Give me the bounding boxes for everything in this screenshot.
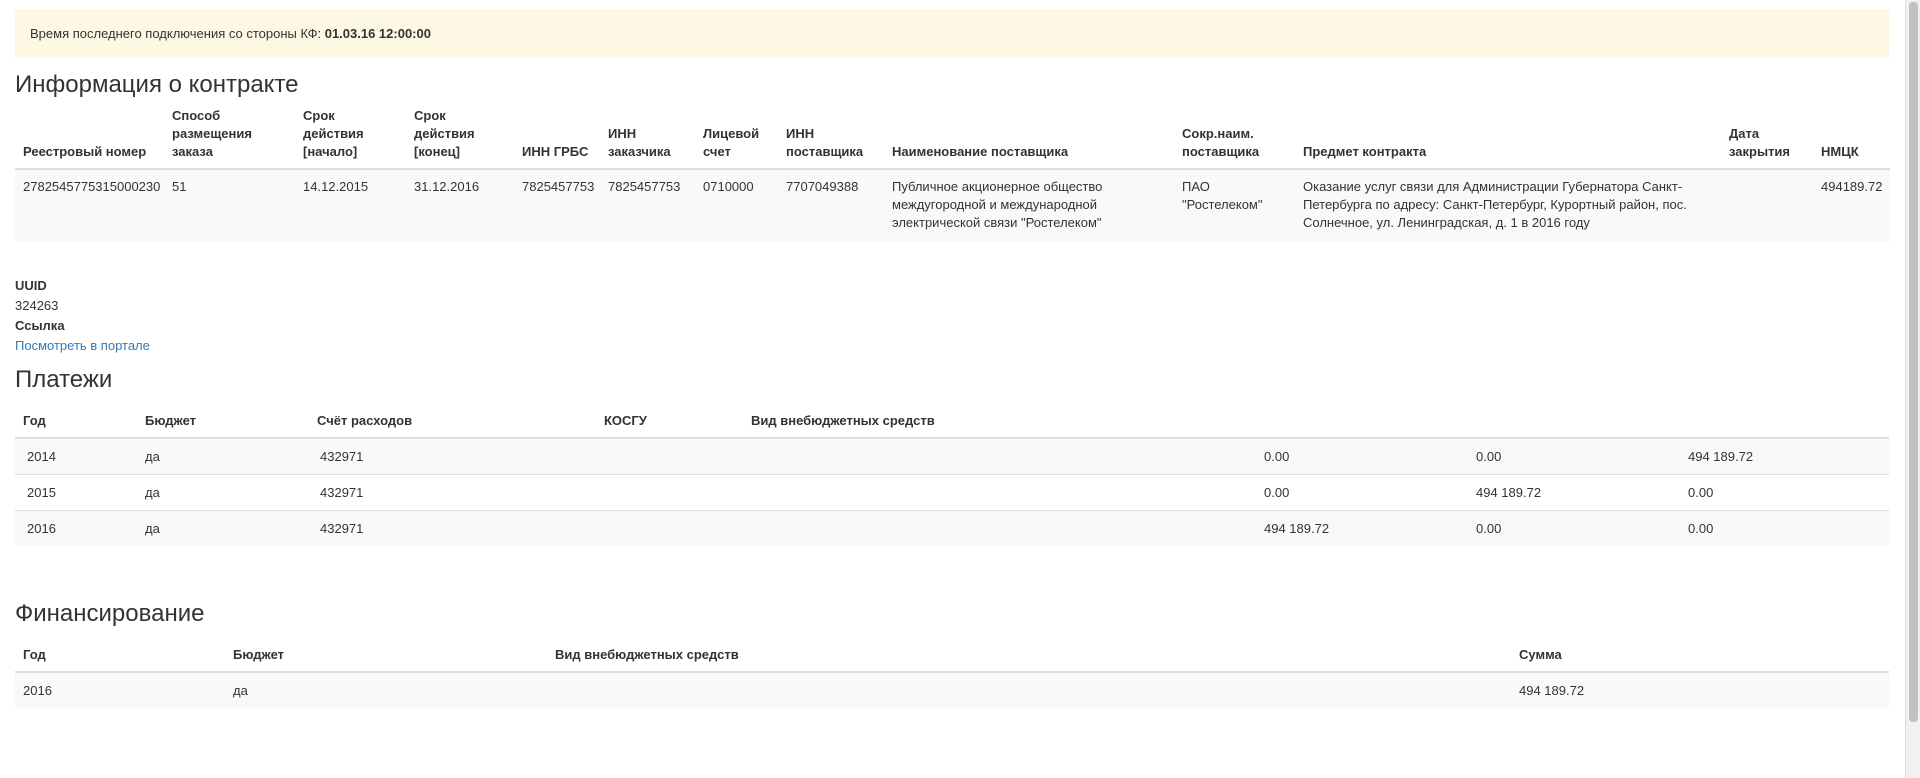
portal-link[interactable]: Посмотреть в портале (15, 338, 150, 353)
cell-budget: да (137, 438, 309, 475)
cell-inn-grbs: 7825457753 (514, 169, 600, 242)
alert-text: Время последнего подключения со стороны … (30, 26, 325, 41)
cell-budget: да (137, 474, 309, 511)
col-reg-number: Реестровый номер (15, 107, 164, 170)
cell-close-date (1721, 169, 1813, 242)
cell-amount-1: 494 189.72 (1256, 510, 1468, 546)
uuid-label: UUID (15, 278, 47, 293)
cell-year: 2016 (15, 672, 225, 708)
col-inn-grbs: ИНН ГРБС (514, 107, 600, 170)
cell-extrabudget-kind (743, 510, 1256, 546)
col-account: Лицевой счет (695, 107, 778, 170)
cell-nmck: 494189.72 (1813, 169, 1890, 242)
col-budget: Бюджет (137, 410, 309, 439)
contract-meta: UUID 324263 Ссылка Посмотреть в портале (15, 276, 1889, 356)
cell-kosgu (596, 510, 743, 546)
last-connection-alert: Время последнего подключения со стороны … (15, 9, 1889, 58)
cell-amount-2: 0.00 (1468, 438, 1680, 475)
link-value: Посмотреть в портале (15, 336, 1889, 356)
cell-budget: да (137, 510, 309, 546)
cell-inn-supplier: 7707049388 (778, 169, 884, 242)
col-amount-1 (1256, 410, 1468, 439)
col-end: Срок действия [конец] (406, 107, 514, 170)
col-nmck: НМЦК (1813, 107, 1890, 170)
cell-supplier-short: ПАО "Ростелеком" (1174, 169, 1295, 242)
cell-expense-account: 432971 (309, 474, 596, 511)
contract-header-row: Реестровый номер Способ размещения заказ… (15, 107, 1890, 170)
cell-amount-3: 494 189.72 (1680, 438, 1889, 475)
cell-inn-customer: 7825457753 (600, 169, 695, 242)
col-expense-account: Счёт расходов (309, 410, 596, 439)
vertical-scrollbar[interactable] (1905, 0, 1920, 778)
cell-year: 2015 (15, 474, 137, 511)
payments-header-row: Год Бюджет Счёт расходов КОСГУ Вид внебю… (15, 410, 1889, 439)
col-start: Срок действия [начало] (295, 107, 406, 170)
col-extrabudget-kind: Вид внебюджетных средств (743, 410, 1256, 439)
col-supplier-name: Наименование поставщика (884, 107, 1174, 170)
cell-account: 0710000 (695, 169, 778, 242)
table-row: 2015 да 432971 0.00 494 189.72 0.00 (15, 474, 1889, 511)
cell-sum: 494 189.72 (1511, 672, 1889, 708)
page-content: Время последнего подключения со стороны … (15, 9, 1890, 708)
col-kosgu: КОСГУ (596, 410, 743, 439)
table-row: 2016 да 432971 494 189.72 0.00 0.00 (15, 510, 1889, 546)
financing-heading: Финансирование (15, 600, 205, 627)
cell-expense-account: 432971 (309, 438, 596, 475)
cell-amount-1: 0.00 (1256, 438, 1468, 475)
uuid-value: 324263 (15, 298, 59, 313)
col-sum: Сумма (1511, 644, 1889, 673)
contract-row: 2782545775315000230 51 14.12.2015 31.12.… (15, 169, 1890, 242)
cell-extrabudget-kind (547, 672, 1511, 708)
cell-reg-number: 2782545775315000230 (15, 169, 164, 242)
contract-heading: Информация о контракте (15, 71, 299, 98)
cell-amount-3: 0.00 (1680, 474, 1889, 511)
financing-header-row: Год Бюджет Вид внебюджетных средств Сумм… (15, 644, 1889, 673)
alert-time: 01.03.16 12:00:00 (324, 26, 431, 41)
cell-extrabudget-kind (743, 438, 1256, 475)
col-amount-2 (1468, 410, 1680, 439)
col-amount-3 (1680, 410, 1889, 439)
payments-table: Год Бюджет Счёт расходов КОСГУ Вид внебю… (15, 410, 1889, 546)
col-extrabudget-kind: Вид внебюджетных средств (547, 644, 1511, 673)
cell-supplier-name: Публичное акционерное общество междугоро… (884, 169, 1174, 242)
cell-start: 14.12.2015 (295, 169, 406, 242)
cell-amount-1: 0.00 (1256, 474, 1468, 511)
table-row: 2014 да 432971 0.00 0.00 494 189.72 (15, 438, 1889, 475)
cell-subject: Оказание услуг связи для Администрации Г… (1295, 169, 1721, 242)
scrollbar-thumb[interactable] (1909, 2, 1918, 722)
cell-method: 51 (164, 169, 295, 242)
cell-year: 2016 (15, 510, 137, 546)
cell-amount-3: 0.00 (1680, 510, 1889, 546)
cell-amount-2: 0.00 (1468, 510, 1680, 546)
cell-expense-account: 432971 (309, 510, 596, 546)
col-inn-supplier: ИНН поставщика (778, 107, 884, 170)
col-supplier-short: Сокр.наим. поставщика (1174, 107, 1295, 170)
table-row: 2016 да 494 189.72 (15, 672, 1889, 708)
link-label: Ссылка (15, 318, 65, 333)
col-year: Год (15, 644, 225, 673)
col-method: Способ размещения заказа (164, 107, 295, 170)
col-inn-customer: ИНН заказчика (600, 107, 695, 170)
cell-kosgu (596, 438, 743, 475)
col-budget: Бюджет (225, 644, 547, 673)
cell-budget: да (225, 672, 547, 708)
cell-extrabudget-kind (743, 474, 1256, 511)
cell-end: 31.12.2016 (406, 169, 514, 242)
financing-table: Год Бюджет Вид внебюджетных средств Сумм… (15, 644, 1889, 708)
col-close-date: Дата закрытия (1721, 107, 1813, 170)
contract-table: Реестровый номер Способ размещения заказ… (15, 107, 1890, 242)
cell-kosgu (596, 474, 743, 511)
col-year: Год (15, 410, 137, 439)
cell-amount-2: 494 189.72 (1468, 474, 1680, 511)
col-subject: Предмет контракта (1295, 107, 1721, 170)
cell-year: 2014 (15, 438, 137, 475)
payments-heading: Платежи (15, 366, 113, 393)
